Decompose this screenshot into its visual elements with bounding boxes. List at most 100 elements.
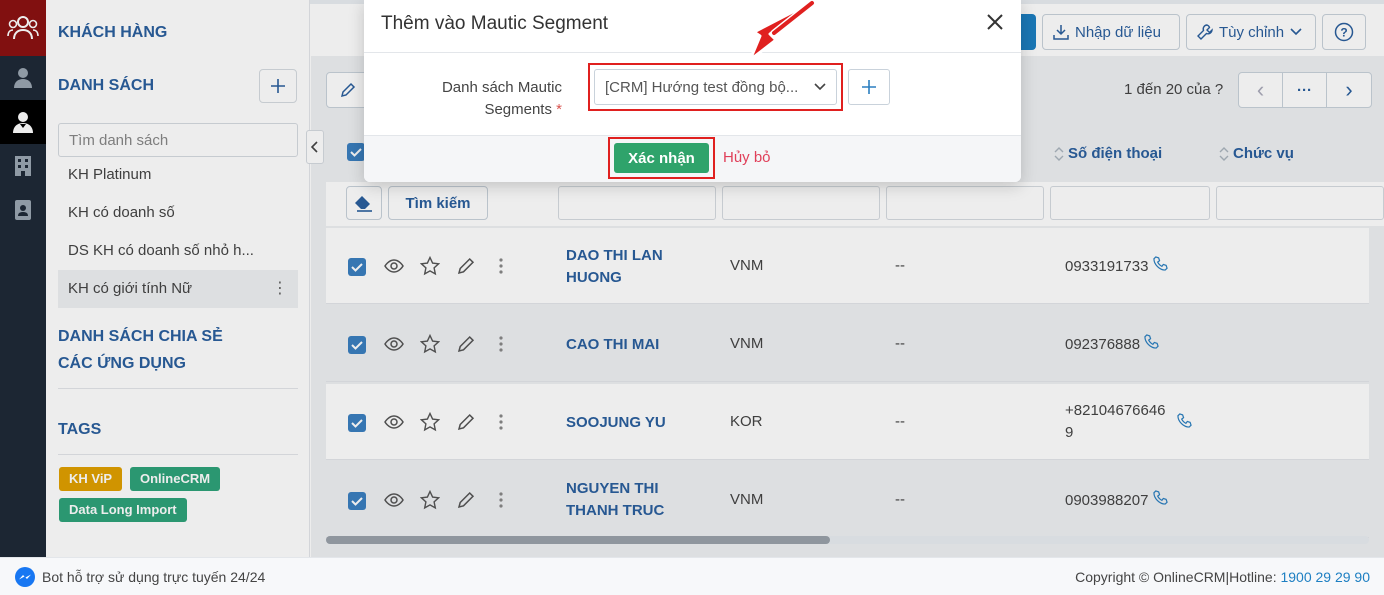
filter-input[interactable] — [722, 186, 880, 220]
horizontal-scrollbar[interactable] — [326, 536, 1369, 544]
eye-icon[interactable] — [384, 334, 404, 358]
phone-icon[interactable] — [1152, 256, 1168, 271]
tag-data-long-import[interactable]: Data Long Import — [59, 498, 187, 522]
phone-icon[interactable] — [1152, 490, 1168, 505]
phone-number: 0933191733 — [1065, 258, 1149, 275]
list-item-label: KH có giới tính Nữ — [68, 280, 193, 297]
more-vertical-icon[interactable] — [498, 412, 504, 436]
star-icon[interactable] — [419, 255, 441, 280]
eye-icon[interactable] — [384, 412, 404, 436]
row-checkbox[interactable] — [348, 414, 366, 436]
country-cell: VNM — [730, 335, 764, 352]
pencil-icon[interactable] — [456, 412, 476, 436]
column-phone[interactable]: Số điện thoại — [1054, 145, 1162, 162]
filter-input[interactable] — [558, 186, 716, 220]
support-bot[interactable]: Bot hỗ trợ sử dụng trực tuyến 24/24 — [14, 566, 265, 588]
id-card-icon[interactable] — [0, 188, 46, 232]
scrollbar-thumb[interactable] — [326, 536, 830, 544]
table-row[interactable]: SOOJUNG YU KOR -- +82104676646 9 — [326, 384, 1369, 460]
next-page-button[interactable]: › — [1327, 73, 1371, 107]
add-segment-button[interactable] — [848, 69, 890, 105]
phone-icon[interactable] — [1177, 413, 1192, 432]
pencil-icon[interactable] — [456, 256, 476, 280]
tags-header: TAGS — [58, 421, 102, 438]
paging-info: 1 đến 20 của ? — [1124, 81, 1224, 98]
star-icon[interactable] — [419, 333, 441, 358]
contact-icon[interactable] — [0, 56, 46, 100]
eye-icon[interactable] — [384, 490, 404, 514]
segments-label-text: Danh sách Mautic Segments — [441, 79, 562, 118]
phone-icon[interactable] — [1144, 334, 1160, 349]
list-item[interactable]: DS KH có doanh số nhỏ h... — [58, 232, 298, 270]
more-menu-icon[interactable]: ⋮ — [272, 270, 288, 308]
more-pages-button[interactable]: ··· — [1283, 73, 1327, 107]
prev-page-button[interactable]: ‹ — [1239, 73, 1283, 107]
filter-input[interactable] — [886, 186, 1044, 220]
list-item-label: DS KH có doanh số nhỏ h... — [68, 242, 254, 259]
filter-input[interactable] — [1050, 186, 1210, 220]
customer-name-link[interactable]: CAO THI MAI — [566, 334, 706, 356]
sort-icon — [1219, 146, 1229, 161]
select-all-checkbox[interactable] — [347, 143, 365, 165]
star-icon[interactable] — [419, 489, 441, 514]
help-icon: ? — [1334, 22, 1354, 42]
copyright-text: Copyright © OnlineCRM|Hotline: — [1075, 568, 1281, 585]
country-cell: VNM — [730, 257, 764, 274]
collapse-sidebar-button[interactable] — [306, 130, 324, 164]
eye-icon[interactable] — [384, 256, 404, 280]
star-icon[interactable] — [419, 411, 441, 436]
table-row[interactable]: CAO THI MAI VNM -- 092376888 — [326, 306, 1369, 382]
more-vertical-icon[interactable] — [498, 256, 504, 280]
more-vertical-icon[interactable] — [498, 334, 504, 358]
phone-cell: +82104676646 9 — [1065, 400, 1170, 444]
row-checkbox[interactable] — [348, 258, 366, 280]
hotline-link[interactable]: 1900 29 29 90 — [1280, 569, 1370, 585]
table-row[interactable]: DAO THI LAN HUONG VNM -- 0933191733 — [326, 228, 1369, 304]
customize-button[interactable]: Tùy chỉnh — [1186, 14, 1316, 50]
list-item-label: KH có doanh số — [68, 204, 175, 221]
wrench-icon — [1197, 24, 1213, 40]
list-header: DANH SÁCH — [58, 77, 154, 94]
customer-name-link[interactable]: NGUYEN THI THANH TRUC — [566, 478, 676, 522]
apps-header[interactable]: CÁC ỨNG DỤNG — [58, 355, 186, 373]
empty-cell: -- — [895, 413, 905, 430]
row-checkbox[interactable] — [348, 336, 366, 358]
list-item[interactable]: KH có doanh số — [58, 194, 298, 232]
search-button[interactable]: Tìm kiếm — [388, 186, 488, 220]
customer-name-link[interactable]: DAO THI LAN HUONG — [566, 245, 676, 289]
help-button[interactable]: ? — [1322, 14, 1366, 50]
app-rail — [0, 0, 46, 557]
row-checkbox[interactable] — [348, 492, 366, 514]
pencil-icon[interactable] — [456, 334, 476, 358]
plus-icon — [271, 79, 285, 93]
tag-onlinecrm[interactable]: OnlineCRM — [130, 467, 221, 491]
shared-lists-header[interactable]: DANH SÁCH CHIA SẺ — [58, 328, 223, 346]
add-list-button[interactable] — [259, 69, 297, 103]
tag-kh-vip[interactable]: KH ViP — [59, 467, 123, 491]
highlight-box-confirm — [608, 137, 715, 179]
phone-cell: 0903988207 — [1065, 490, 1168, 512]
customer-name-link[interactable]: SOOJUNG YU — [566, 412, 706, 434]
segments-field-label: Danh sách Mautic Segments * — [424, 77, 562, 121]
divider — [364, 52, 1021, 53]
clear-filter-button[interactable] — [346, 186, 382, 220]
empty-cell: -- — [895, 491, 905, 508]
customers-icon[interactable] — [0, 100, 46, 144]
filter-input[interactable] — [1216, 186, 1384, 220]
sidebar: KHÁCH HÀNG DANH SÁCH KH Platinum KH có d… — [46, 0, 310, 557]
pencil-icon[interactable] — [456, 490, 476, 514]
annotation-arrow-icon — [748, 0, 816, 62]
cancel-button[interactable]: Hủy bỏ — [723, 149, 771, 166]
phone-number: 0903988207 — [1065, 492, 1149, 509]
customize-label: Tùy chỉnh — [1219, 23, 1285, 41]
list-search-input[interactable] — [58, 123, 298, 157]
more-vertical-icon[interactable] — [498, 490, 504, 514]
list-item[interactable]: KH Platinum — [58, 156, 298, 194]
close-icon[interactable] — [983, 10, 1007, 34]
column-position[interactable]: Chức vụ — [1219, 145, 1294, 162]
building-icon[interactable] — [0, 144, 46, 188]
list-item[interactable]: KH có giới tính Nữ ⋮ — [58, 270, 298, 308]
users-logo-icon[interactable] — [0, 0, 46, 56]
import-button[interactable]: Nhập dữ liệu — [1042, 14, 1180, 50]
table-row[interactable]: NGUYEN THI THANH TRUC VNM -- 0903988207 — [326, 462, 1369, 538]
